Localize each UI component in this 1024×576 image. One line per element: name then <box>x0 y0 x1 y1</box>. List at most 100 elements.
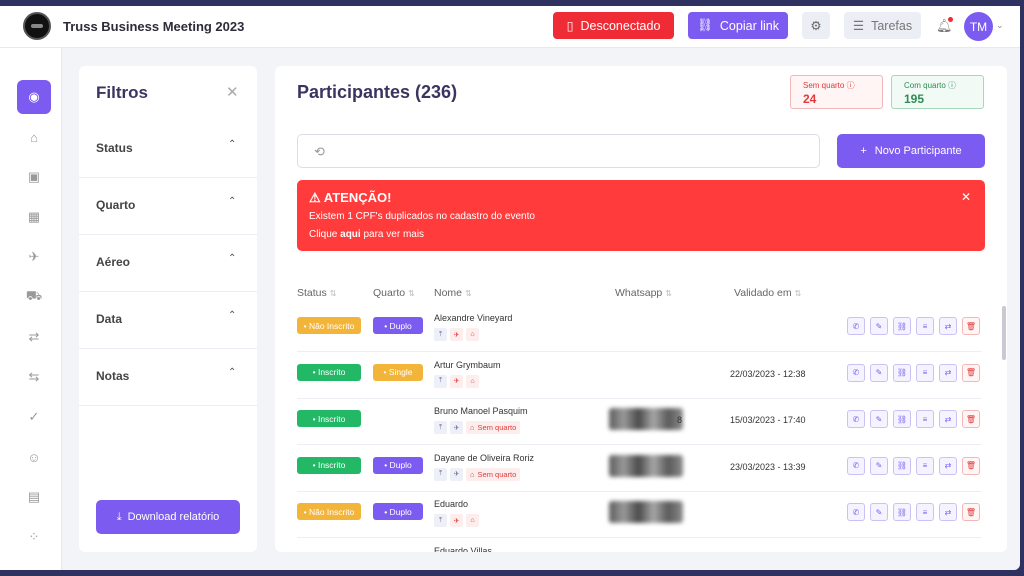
new-participant-button[interactable]: + Novo Participante <box>837 134 985 168</box>
trash-icon[interactable]: 🗑︎ <box>962 456 980 475</box>
tasks-button[interactable]: ☰ Tarefas <box>844 12 921 39</box>
chevron-up-icon[interactable]: ⌃ <box>228 310 236 321</box>
participant-name[interactable]: Dayane de Oliveira Roriz <box>434 453 534 463</box>
table-row[interactable]: • Não Inscrito • Duplo Alexandre Vineyard ⤒… <box>297 306 981 352</box>
whatsapp-icon[interactable]: ✆ <box>847 410 865 428</box>
swap-icon[interactable]: ⇄ <box>939 317 957 335</box>
copy-link-button[interactable]: ⛓ Copiar link <box>688 12 788 39</box>
list-icon[interactable]: ≡ <box>916 317 934 335</box>
chevron-up-icon[interactable]: ⌃ <box>228 139 236 150</box>
participant-name[interactable]: Eduardo <box>434 499 468 509</box>
link-icon[interactable]: ⛓ <box>893 363 911 382</box>
swap-icon[interactable]: ⇄ <box>939 456 957 475</box>
filter-section-aéreo[interactable]: Aéreo ⌃ <box>79 235 257 292</box>
participant-name[interactable]: Alexandre Vineyard <box>434 313 512 323</box>
filter-section-quarto[interactable]: Quarto ⌃ <box>79 178 257 235</box>
swap-icon[interactable]: ⇄ <box>939 363 957 382</box>
whatsapp-icon[interactable]: ✆ <box>847 503 865 521</box>
alert-line2-suffix: para ver mais <box>360 229 425 240</box>
participant-name[interactable]: Artur Grymbaum <box>434 360 501 370</box>
trash-icon[interactable]: 🗑︎ <box>962 317 980 335</box>
list-icon[interactable]: ≡ <box>916 456 934 475</box>
sidebar-item-1[interactable]: ⌂ <box>17 120 51 154</box>
alert-here-link[interactable]: aqui <box>340 229 361 240</box>
swap-icon[interactable]: ⇄ <box>939 503 957 521</box>
filter-section-data[interactable]: Data ⌃ <box>79 292 257 349</box>
column-quarto[interactable]: Quarto ⇅ <box>373 287 415 299</box>
link-icon[interactable]: ⛓ <box>893 456 911 475</box>
sem-quarto-label: Sem quarto <box>803 81 845 90</box>
table-row[interactable]: • Inscrito • Duplo Dayane de Oliveira Rori… <box>297 446 981 492</box>
upload-icon[interactable]: ⤒ <box>434 374 447 388</box>
column-whatsapp[interactable]: Whatsapp ⇅ <box>615 287 672 299</box>
sidebar-item-4[interactable]: ✈ <box>17 240 51 274</box>
upload-icon[interactable]: ⤒ <box>434 467 447 481</box>
table-row[interactable]: • Não Inscrito • Duplo Eduardo ⤒ ✈ ⌂ ✆ ✎ ⛓ ≡ ⇄ 🗑︎ <box>297 492 981 538</box>
upload-icon[interactable]: ⤒ <box>434 514 447 527</box>
close-icon[interactable]: ✕ <box>226 83 239 101</box>
sidebar-item-2[interactable]: ▣ <box>17 160 51 194</box>
participant-name[interactable]: Bruno Manoel Pasquim <box>434 406 528 416</box>
link-icon[interactable]: ⛓ <box>893 317 911 335</box>
column-status[interactable]: Status ⇅ <box>297 287 336 299</box>
edit-icon[interactable]: ✎ <box>870 456 888 475</box>
sidebar-item-0[interactable]: ◉ <box>17 80 51 114</box>
sidebar-item-6[interactable]: ⇄ <box>17 320 51 354</box>
close-icon[interactable]: ✕ <box>961 190 971 204</box>
avatar[interactable]: TM <box>964 12 993 41</box>
scrollbar[interactable] <box>1002 306 1006 360</box>
chevron-up-icon[interactable]: ⌃ <box>228 196 236 207</box>
disconnected-button[interactable]: ▯ Desconectado <box>553 12 674 39</box>
whatsapp-icon[interactable]: ✆ <box>847 317 865 335</box>
trash-icon[interactable]: 🗑︎ <box>962 363 980 382</box>
chevron-up-icon[interactable]: ⌃ <box>228 253 236 264</box>
filter-section-status[interactable]: Status ⌃ <box>79 121 257 178</box>
sidebar-item-5[interactable]: ⛟ <box>17 280 51 314</box>
participant-status-icons: ⤒ ✈ ⌂ <box>434 374 479 388</box>
link-icon: ⛓ <box>697 18 713 32</box>
table-row[interactable]: Eduardo Villas <box>297 539 981 553</box>
column-validado[interactable]: Validado em ⇅ <box>734 287 801 299</box>
list-icon[interactable]: ≡ <box>916 410 934 428</box>
edit-icon[interactable]: ✎ <box>870 363 888 382</box>
row-actions: ✆ ✎ ⛓ ≡ ⇄ 🗑︎ <box>847 456 980 475</box>
table-row[interactable]: • Inscrito • Single Artur Grymbaum ⤒ ✈ ⌂ 22/03… <box>297 353 981 399</box>
document-icon: ▣ <box>27 169 41 184</box>
edit-icon[interactable]: ✎ <box>870 317 888 335</box>
filter-section-label: Status <box>96 141 133 155</box>
link-icon[interactable]: ⛓ <box>893 503 911 521</box>
whatsapp-icon[interactable]: ✆ <box>847 456 865 475</box>
trash-icon[interactable]: 🗑︎ <box>962 410 980 428</box>
participant-name[interactable]: Eduardo Villas <box>434 546 492 553</box>
whatsapp-icon[interactable]: ✆ <box>847 363 865 382</box>
edit-icon[interactable]: ✎ <box>870 503 888 521</box>
event-logo[interactable] <box>23 12 51 40</box>
swap-icon[interactable]: ⇄ <box>939 410 957 428</box>
sidebar-item-9[interactable]: ☺ <box>17 440 51 474</box>
chevron-up-icon[interactable]: ⌃ <box>228 367 236 378</box>
no-flight-icon: ✈ <box>450 374 463 388</box>
chevron-down-icon[interactable]: ⌄ <box>996 20 1004 31</box>
upload-icon[interactable]: ⤒ <box>434 421 447 434</box>
edit-icon[interactable]: ✎ <box>870 410 888 428</box>
filters-title: Filtros <box>96 83 148 102</box>
list-icon[interactable]: ≡ <box>916 363 934 382</box>
link-icon[interactable]: ⛓ <box>893 410 911 428</box>
column-nome[interactable]: Nome ⇅ <box>434 287 472 299</box>
disconnected-label: Desconectado <box>580 18 661 33</box>
com-quarto-value: 195 <box>904 92 925 106</box>
chat-icon: ▤ <box>27 489 41 504</box>
sidebar-item-7[interactable]: ⇆ <box>17 360 51 394</box>
list-icon[interactable]: ≡ <box>916 503 934 521</box>
settings-button[interactable]: ⚙ <box>802 12 830 39</box>
sidebar-item-3[interactable]: ▦ <box>17 200 51 234</box>
sidebar-item-8[interactable]: ✓ <box>17 400 51 434</box>
table-row[interactable]: • Inscrito Bruno Manoel Pasquim ⤒ ✈ ⌂ Sem qua… <box>297 399 981 445</box>
upload-icon[interactable]: ⤒ <box>434 328 447 341</box>
sidebar-item-10[interactable]: ▤ <box>17 480 51 514</box>
sidebar-item-11[interactable]: ⁘ <box>17 520 51 554</box>
download-report-button[interactable]: ⤓ Download relatório <box>96 500 240 534</box>
trash-icon[interactable]: 🗑︎ <box>962 503 980 521</box>
filter-section-notas[interactable]: Notas ⌃ <box>79 349 257 406</box>
search-input[interactable]: ⟲ <box>297 134 820 168</box>
